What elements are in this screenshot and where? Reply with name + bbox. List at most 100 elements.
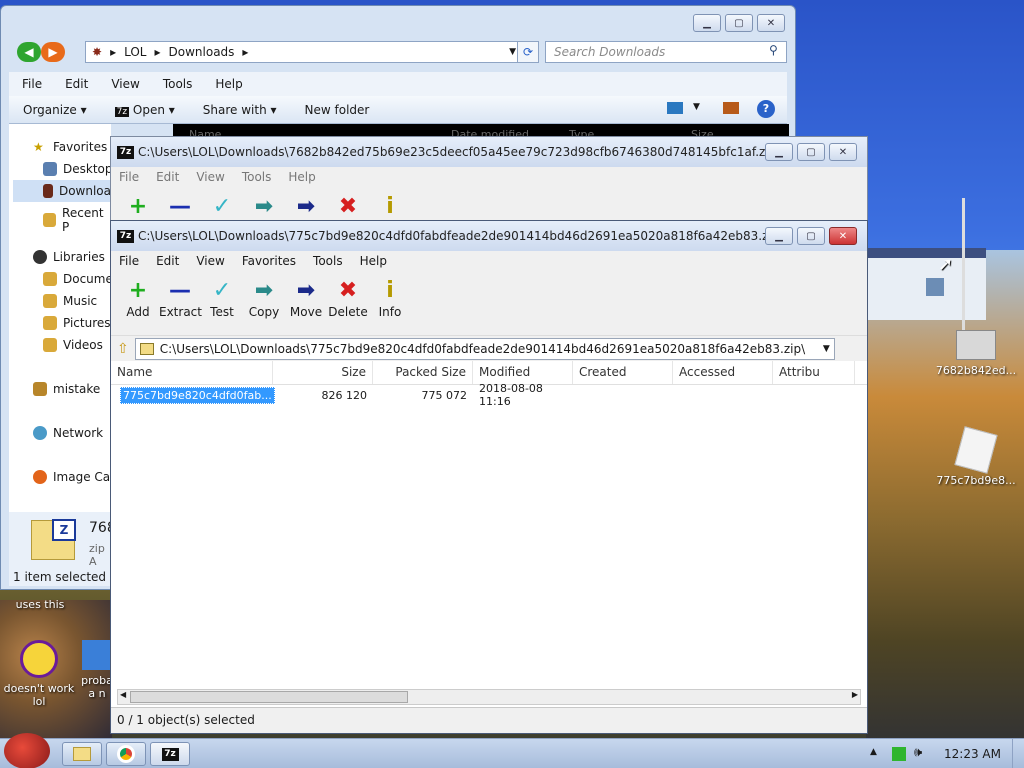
extract-button[interactable]: — Extract [159,273,202,335]
desktop-icon-yahoo[interactable]: doesn't work lol [2,640,76,708]
add-button[interactable]: + Add [117,273,159,335]
minimize-button[interactable]: ▁ [765,227,793,245]
column-modified[interactable]: Modified [473,361,573,384]
sevenzip-window-front[interactable]: 7z C:\Users\LOL\Downloads\775c7bd9e820c4… [110,220,868,734]
scrollbar-thumb[interactable] [130,691,408,703]
delete-button[interactable]: ✖ Delete [327,273,369,335]
start-button[interactable] [4,733,50,768]
tray-volume-icon[interactable]: 🕪 [914,745,922,760]
menu-tools[interactable]: Tools [234,167,281,189]
taskbar-clock[interactable]: 12:23 AM [944,747,1001,761]
nav-documents[interactable]: Documen [43,272,120,286]
view-dropdown-icon[interactable]: ▼ [693,102,700,112]
preview-pane-icon[interactable] [723,102,739,114]
menu-view[interactable]: View [188,167,233,189]
scroll-left-icon[interactable]: ◀ [120,690,126,699]
desktop-icon-uses-this[interactable]: uses this [10,598,70,611]
path-input[interactable]: C:\Users\LOL\Downloads\775c7bd9e820c4dfd… [134,337,835,360]
close-button[interactable]: ✕ [829,227,857,245]
table-row[interactable]: 775c7bd9e820c4dfd0fab... 826 120 775 072… [111,382,867,408]
minimize-button[interactable]: ▁ [693,14,721,32]
organize-button[interactable]: Organize ▾ [9,103,101,117]
test-button[interactable]: ✓ Test [201,273,243,335]
path-dropdown-icon[interactable]: ▼ [823,344,830,354]
menu-file[interactable]: File [111,251,148,273]
nav-pictures[interactable]: Pictures [43,316,111,330]
address-dropdown-icon[interactable]: ▼ [509,47,516,57]
menu-favorites[interactable]: Favorites [234,251,305,273]
taskbar-7zip[interactable]: 7z [150,742,190,766]
help-icon[interactable]: ? [757,100,775,118]
breadcrumb-lol[interactable]: LOL [124,45,146,59]
view-options-icon[interactable] [667,102,683,114]
minimize-button[interactable]: ▁ [765,143,793,161]
menu-help[interactable]: Help [280,167,324,189]
move-icon[interactable]: ➡ [285,189,327,221]
taskbar-chrome[interactable] [106,742,146,766]
nav-recent-places[interactable]: Recent P [43,206,111,234]
menu-edit[interactable]: Edit [148,167,188,189]
desktop-icon-7682[interactable]: 7682b842ed... [934,330,1018,377]
back-button[interactable]: ◀ [17,42,41,62]
forward-button[interactable]: ▶ [41,42,65,62]
move-button[interactable]: ➡ Move [285,273,327,335]
nav-libraries[interactable]: Libraries [33,250,105,264]
share-with-button[interactable]: Share with ▾ [189,103,291,117]
column-attributes[interactable]: Attribu [773,361,855,384]
show-desktop-button[interactable] [1012,739,1024,768]
address-bar[interactable]: ✸ ▸ LOL ▸ Downloads ▸ ▼ [85,41,523,63]
taskbar-explorer[interactable] [62,742,102,766]
sevenzip-window-back[interactable]: 7z C:\Users\LOL\Downloads\7682b842ed75b6… [110,136,868,221]
add-icon[interactable]: + [117,189,159,221]
menu-edit[interactable]: Edit [148,251,188,273]
close-button[interactable]: ✕ [757,14,785,32]
tray-show-hidden-icon[interactable]: ▲ [870,747,877,757]
menu-help[interactable]: Help [352,251,396,273]
menu-file[interactable]: File [111,167,148,189]
maximize-button[interactable]: ▢ [797,143,825,161]
menu-view[interactable]: View [188,251,233,273]
test-icon[interactable]: ✓ [201,189,243,221]
horizontal-scrollbar[interactable]: ◀ ▶ [117,689,861,705]
menu-file[interactable]: File [9,72,52,96]
column-size[interactable]: Size [273,361,373,384]
delete-icon[interactable]: ✖ [327,189,369,221]
menu-tools[interactable]: Tools [305,251,352,273]
menu-tools[interactable]: Tools [150,72,203,96]
info-icon[interactable]: i [369,189,411,221]
extract-icon[interactable]: — [159,189,201,221]
tray-network-icon[interactable] [892,747,906,761]
column-packed-size[interactable]: Packed Size [373,361,473,384]
search-input[interactable]: Search Downloads [545,41,787,63]
nav-mistake[interactable]: mistake [33,382,100,396]
up-folder-icon[interactable]: ⇧ [117,341,129,357]
desktop-icon-775c[interactable]: 775c7bd9e8... [934,426,1018,487]
menu-help[interactable]: Help [202,72,252,96]
nav-desktop[interactable]: Desktop [43,162,113,176]
maximize-button[interactable]: ▢ [725,14,753,32]
refresh-button[interactable]: ⟳ [517,41,539,63]
copy-icon[interactable]: ➡ [243,189,285,221]
breadcrumb-downloads[interactable]: Downloads [169,45,235,59]
menu-edit[interactable]: Edit [52,72,98,96]
menu-view[interactable]: View [98,72,149,96]
search-icon[interactable]: ⚲ [769,43,778,57]
close-button[interactable]: ✕ [829,143,857,161]
scroll-right-icon[interactable]: ▶ [852,690,858,699]
open-button[interactable]: 7z Open ▾ [101,103,189,117]
column-name[interactable]: Name [111,361,273,384]
nav-network[interactable]: Network [33,426,103,440]
sevenzip-menubar: File Edit View Favorites Tools Help [111,251,867,273]
nav-favorites[interactable]: ★ Favorites [33,140,107,154]
nav-image-catalog[interactable]: Image Cata [33,470,122,484]
desktop-icon-proba[interactable]: proba a n [80,640,114,700]
maximize-button[interactable]: ▢ [797,227,825,245]
copy-button[interactable]: ➡ Copy [243,273,285,335]
column-created[interactable]: Created [573,361,673,384]
new-folder-button[interactable]: New folder [291,103,384,117]
info-button[interactable]: i Info [369,273,411,335]
nav-downloads[interactable]: Downloa [13,180,111,202]
nav-videos[interactable]: Videos [43,338,103,352]
column-accessed[interactable]: Accessed [673,361,773,384]
nav-music[interactable]: Music [43,294,97,308]
